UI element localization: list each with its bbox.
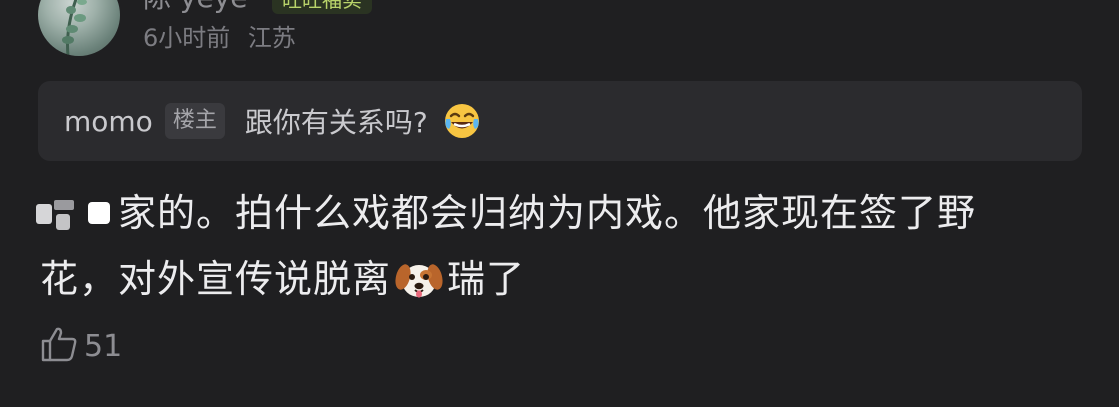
comment-line-2: 花，对外宣传说脱离 瑞了 [40,246,1040,312]
comment-body: 家的。拍什么戏都会归纳为内戏。他家现在签了野 花，对外宣传说脱离 瑞了 [40,180,1040,312]
comment-text-2a: 花，对外宣传说脱离 [40,257,392,301]
comment-line-1: 家的。拍什么戏都会归纳为内戏。他家现在签了野 [40,180,1040,246]
comment-meta: 6小时前 江苏 [143,22,296,54]
quote-author[interactable]: momo [64,105,153,138]
comment-text-2b: 瑞了 [447,257,526,301]
timestamp: 6小时前 [143,24,231,52]
username[interactable]: 陈 yeye [143,0,248,16]
comment-text-1: 家的。拍什么戏都会归纳为内戏。他家现在签了野 [118,191,977,235]
location: 江苏 [247,24,296,52]
dog-face-emoji-icon [395,255,443,303]
like-button[interactable]: 51 [40,326,122,366]
like-count: 51 [84,328,123,364]
thumbs-up-icon [40,325,78,367]
avatar-plant-image [62,0,87,56]
quoted-reply[interactable]: momo 楼主 跟你有关系吗? [38,81,1082,161]
avatar[interactable] [38,0,120,56]
tears-of-joy-emoji-icon [442,101,482,141]
user-badge: 旺旺福实 [272,0,372,14]
quote-text: 跟你有关系吗? [244,106,428,139]
op-tag: 楼主 [164,103,225,139]
comment-card: 陈 yeye 旺旺福实 6小时前 江苏 momo 楼主 跟你有关系吗? [0,0,1119,407]
